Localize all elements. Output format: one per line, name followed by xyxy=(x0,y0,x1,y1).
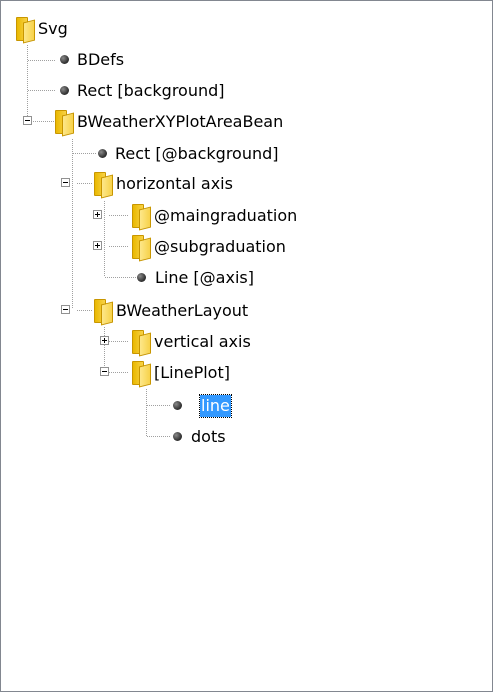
tree-node-label[interactable]: BWeatherXYPlotAreaBean xyxy=(75,111,285,133)
tree-node-label[interactable]: BDefs xyxy=(75,49,126,71)
tree-node-label[interactable]: @maingraduation xyxy=(152,205,299,227)
tree-node-label[interactable]: vertical axis xyxy=(152,331,253,353)
tree-node-lineplot[interactable]: [LinePlot] xyxy=(1,357,492,389)
tree-node-label-selected[interactable]: line xyxy=(199,394,232,418)
leaf-node-icon xyxy=(60,86,69,95)
tree-node-rect-at-background[interactable]: Rect [@background] xyxy=(1,138,492,170)
tree-node-rect-background[interactable]: Rect [background] xyxy=(1,75,492,107)
leaf-node-icon xyxy=(98,149,107,158)
tree-node-dots[interactable]: dots xyxy=(1,421,492,453)
tree-node-label[interactable]: Svg xyxy=(36,18,70,40)
tree-node-label[interactable]: dots xyxy=(189,426,228,448)
folder-icon xyxy=(130,329,151,357)
tree-node-subgraduation[interactable]: @subgraduation xyxy=(1,231,492,263)
tree-node-bdefs[interactable]: BDefs xyxy=(1,44,492,76)
folder-icon xyxy=(92,171,113,199)
leaf-node-icon xyxy=(173,401,182,410)
folder-icon xyxy=(92,298,113,326)
folder-icon xyxy=(130,234,151,262)
tree-node-label[interactable]: @subgraduation xyxy=(152,236,288,258)
leaf-node-icon xyxy=(137,273,146,282)
tree-node-label[interactable]: BWeatherLayout xyxy=(114,300,250,322)
tree-node-bweatherlayout[interactable]: BWeatherLayout xyxy=(1,295,492,327)
folder-icon xyxy=(53,109,74,137)
tree-node-vertical-axis[interactable]: vertical axis xyxy=(1,326,492,358)
expand-toggle-icon[interactable] xyxy=(93,241,102,250)
tree-node-line-axis[interactable]: Line [@axis] xyxy=(1,262,492,294)
leaf-node-icon xyxy=(60,55,69,64)
collapse-toggle-icon[interactable] xyxy=(23,116,32,125)
tree-node-svg[interactable]: Svg xyxy=(1,13,492,45)
collapse-toggle-icon[interactable] xyxy=(100,367,109,376)
tree-node-horizontal-axis[interactable]: horizontal axis xyxy=(1,168,492,200)
tree-node-maingraduation[interactable]: @maingraduation xyxy=(1,200,492,232)
collapse-toggle-icon[interactable] xyxy=(61,178,70,187)
tree-node-label[interactable]: Rect [background] xyxy=(75,80,227,102)
leaf-node-icon xyxy=(173,432,182,441)
tree-node-line[interactable]: line xyxy=(1,390,492,422)
tree-node-label[interactable]: horizontal axis xyxy=(114,173,235,195)
svg-tree-view[interactable]: Svg BDefs Rect [background] BWeatherXYPl… xyxy=(0,0,493,692)
expand-toggle-icon[interactable] xyxy=(93,210,102,219)
tree-node-label[interactable]: Rect [@background] xyxy=(113,143,281,165)
tree-node-label[interactable]: Line [@axis] xyxy=(153,267,256,289)
collapse-toggle-icon[interactable] xyxy=(61,305,70,314)
tree-node-bweatherxyplotareabean[interactable]: BWeatherXYPlotAreaBean xyxy=(1,106,492,138)
folder-icon xyxy=(130,203,151,231)
tree-node-label[interactable]: [LinePlot] xyxy=(152,362,232,384)
folder-icon xyxy=(130,360,151,388)
folder-icon xyxy=(14,16,35,44)
expand-toggle-icon[interactable] xyxy=(100,336,109,345)
